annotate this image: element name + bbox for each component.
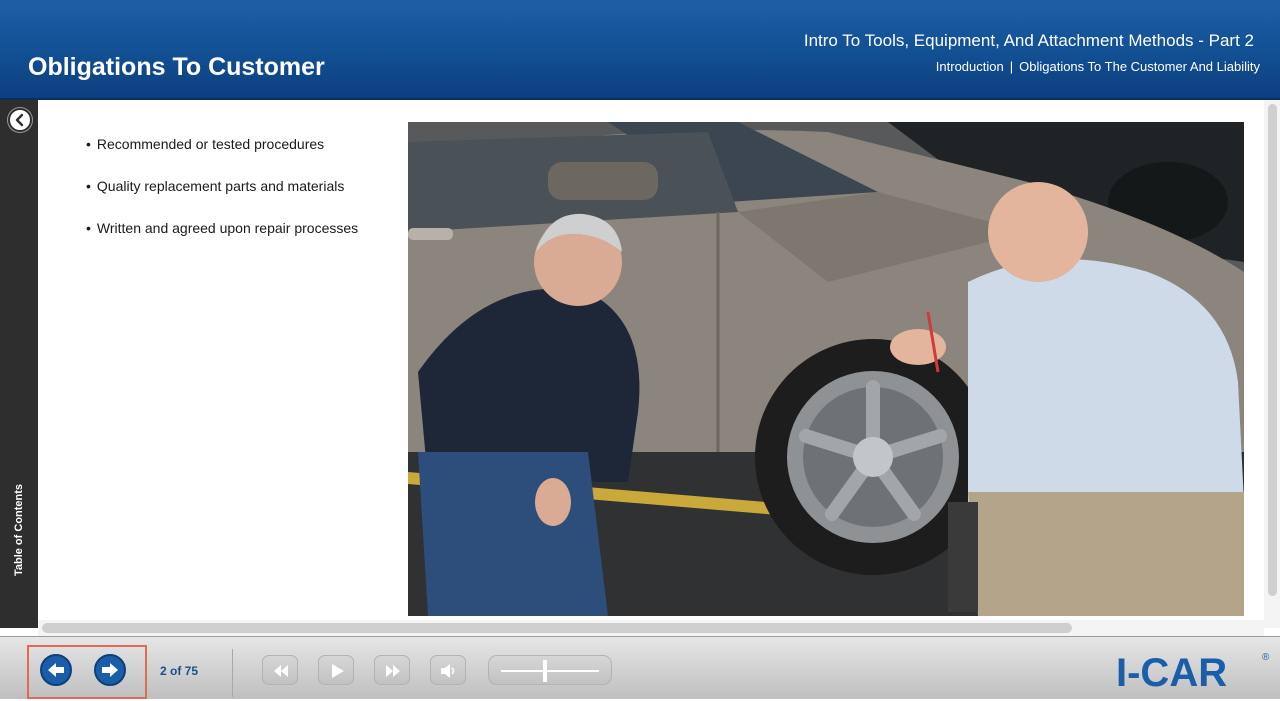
vertical-scroll-thumb[interactable] (1268, 104, 1277, 596)
slide-photo (408, 122, 1244, 616)
volume-icon[interactable] (430, 655, 466, 685)
table-of-contents-tab[interactable]: Table of Contents (0, 100, 38, 628)
back-arrow-icon[interactable] (40, 654, 72, 686)
volume-slider-handle[interactable] (543, 660, 547, 682)
header-bar: Intro To Tools, Equipment, And Attachmen… (0, 0, 1280, 100)
horizontal-scroll-thumb[interactable] (42, 623, 1072, 633)
list-item: Written and agreed upon repair processes (86, 220, 358, 236)
chevron-left-icon[interactable] (8, 108, 32, 132)
registered-mark: ® (1262, 652, 1270, 663)
page-title: Obligations To Customer (28, 53, 325, 81)
page-indicator: 2 of 75 (160, 664, 199, 678)
fast-forward-icon[interactable] (374, 655, 410, 685)
breadcrumb-separator: | (1009, 59, 1014, 74)
bullet-list: Recommended or tested procedures Quality… (86, 136, 358, 262)
list-item: Recommended or tested procedures (86, 136, 358, 152)
rewind-icon[interactable] (262, 655, 298, 685)
play-icon[interactable] (318, 655, 354, 685)
breadcrumb-item-introduction[interactable]: Introduction (936, 59, 1004, 74)
breadcrumb-item-current: Obligations To The Customer And Liabilit… (1019, 59, 1260, 74)
course-title: Intro To Tools, Equipment, And Attachmen… (803, 31, 1254, 50)
volume-slider[interactable] (488, 655, 612, 685)
breadcrumb: Introduction | Obligations To The Customer… (936, 59, 1260, 74)
vertical-scrollbar[interactable] (1264, 100, 1280, 628)
photo-illustration (408, 122, 1244, 616)
table-of-contents-label[interactable]: Table of Contents (13, 484, 25, 576)
forward-arrow-icon[interactable] (94, 654, 126, 686)
footer-divider (232, 649, 233, 697)
list-item: Quality replacement parts and materials (86, 178, 358, 194)
horizontal-scrollbar[interactable] (38, 620, 1264, 636)
logo-text: I-CAR (1116, 651, 1227, 695)
i-car-logo: I-CAR ® (1114, 646, 1274, 696)
player-controls: 2 of 75 I-CAR ® (0, 636, 1280, 699)
volume-slider-track (501, 670, 599, 672)
